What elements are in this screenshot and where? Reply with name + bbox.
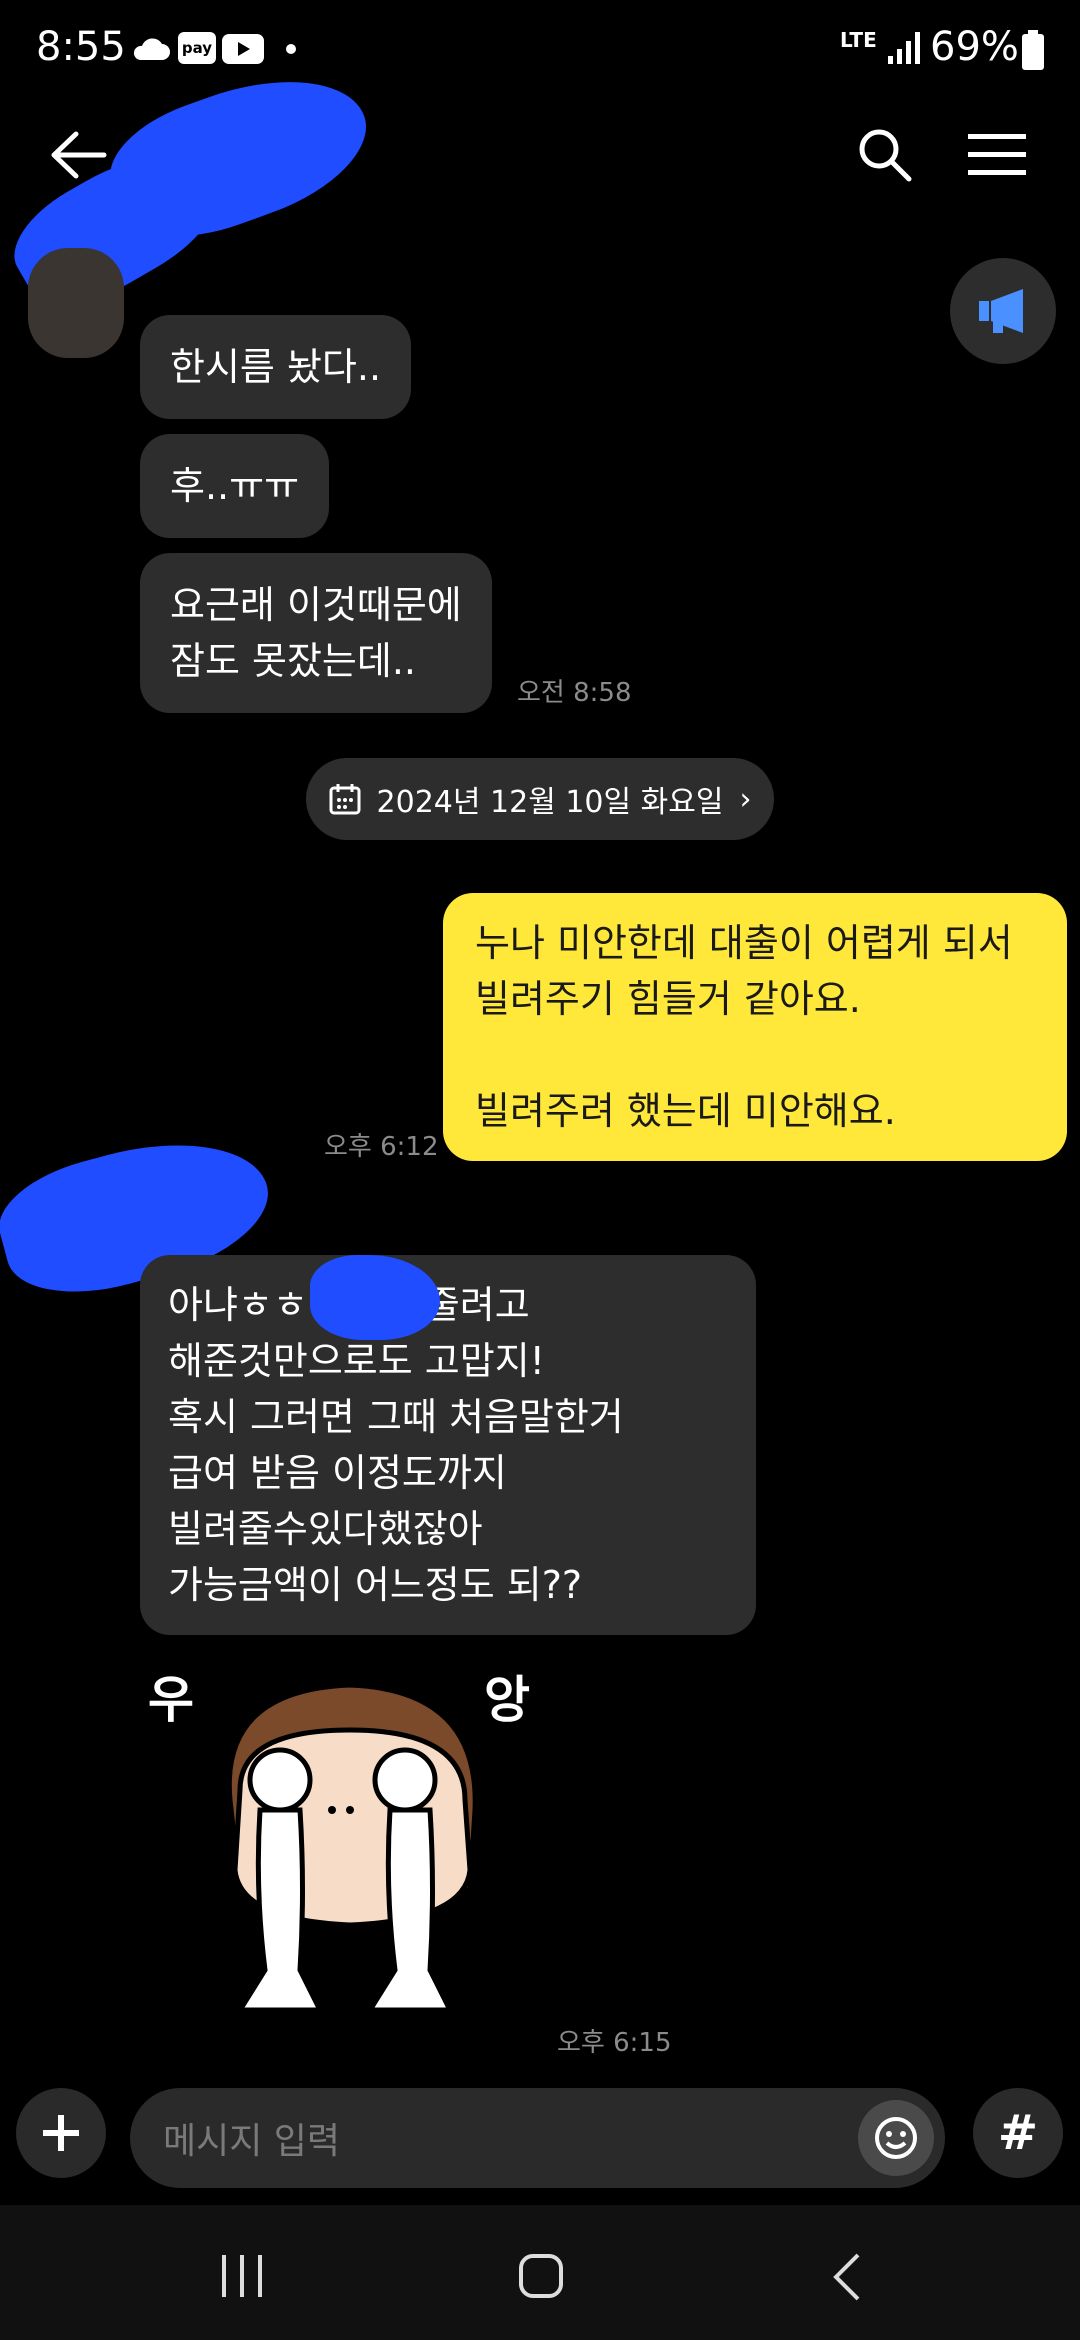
menu-icon [968,134,1026,175]
crying-sticker[interactable]: 우 앙 [140,1650,560,2050]
system-nav-bar [0,2205,1080,2340]
menu-button[interactable] [958,115,1038,195]
incoming-message[interactable]: 한시름 놨다.. [140,315,412,419]
signal-icon [888,32,920,64]
battery-percent: 69% [930,24,1019,70]
smiley-icon [875,2117,917,2159]
date-divider-label: 2024년 12월 10일 화요일 [376,785,724,820]
plus-icon [43,2115,79,2151]
avatar[interactable] [28,248,124,358]
search-button[interactable] [845,115,925,195]
emoticon-button[interactable] [858,2100,934,2176]
back-nav-icon[interactable] [830,2253,862,2301]
home-icon[interactable] [518,2253,564,2299]
megaphone-icon [979,289,1023,333]
message-time: 오전 8:58 [517,678,632,708]
pay-badge: pay [178,32,216,64]
battery-icon [1022,30,1044,70]
message-input-placeholder: 메시지 입력 [163,2121,341,2162]
hashtag-icon: # [997,2105,1039,2161]
back-arrow-icon [51,131,107,179]
calendar-icon [329,784,361,815]
add-attachment-button[interactable] [16,2088,106,2178]
date-divider[interactable]: 2024년 12월 10일 화요일 › [306,758,774,840]
youtube-icon [222,34,264,64]
incoming-message[interactable]: 후..ㅠㅠ [140,434,330,538]
network-type: LTE [840,28,877,52]
search-icon [859,129,912,182]
announcement-button[interactable] [950,258,1056,364]
message-input[interactable]: 메시지 입력 [130,2088,945,2188]
incoming-message[interactable]: 요근래 이것때문에 잠도 못잤는데.. [140,553,492,713]
notification-dot [286,44,296,54]
status-bar: 8:55 pay LTE 69% [0,0,1080,100]
message-time: 오후 6:12 [324,1132,439,1162]
incoming-message[interactable]: 아냐ㅎㅎ 알아봐줄려고 해준것만으로도 고맙지! 혹시 그러면 그때 처음말한거… [140,1255,756,1635]
sticker-text: 우 [148,1671,194,1729]
outgoing-message[interactable]: 누나 미안한데 대출이 어렵게 되서 빌려주기 힘들거 같아요. 빌려주려 했는… [443,893,1067,1161]
hashtag-button[interactable]: # [973,2088,1063,2178]
crying-face-icon [226,1682,478,2013]
status-time: 8:55 [36,24,126,70]
message-time: 오후 6:15 [557,2028,672,2058]
cloud-icon [133,38,170,60]
chevron-right-icon: › [739,781,752,817]
recent-apps-icon[interactable] [220,2255,264,2297]
